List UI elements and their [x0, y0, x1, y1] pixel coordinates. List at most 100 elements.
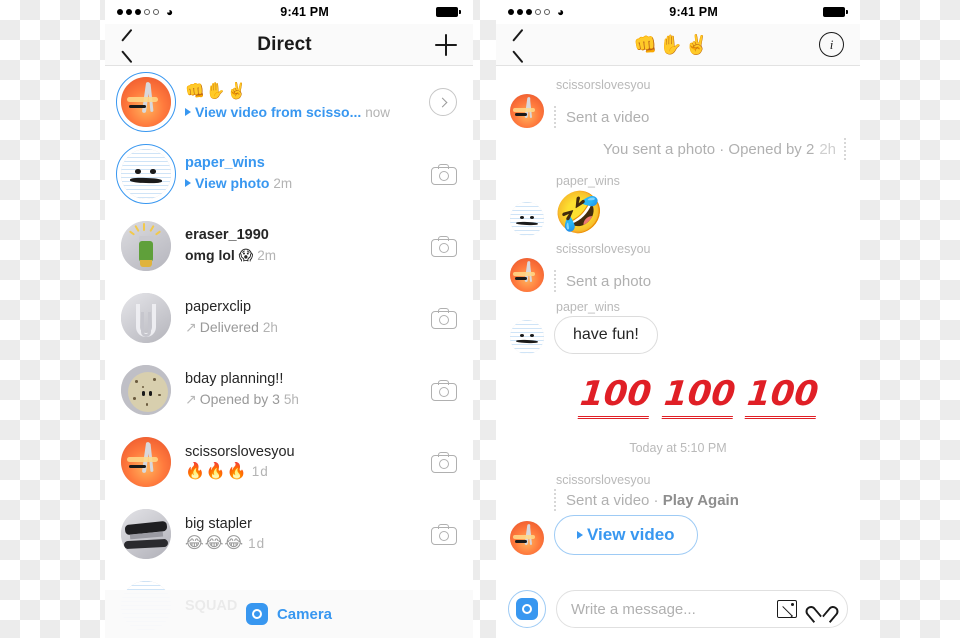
status-bar-left: ◕ 9:41 PM	[105, 0, 473, 24]
arrow-up-right-icon: ↗	[185, 319, 197, 335]
thread-preview: omg lol 😱 2m	[185, 245, 423, 266]
list-item[interactable]: 👊✋✌️ View video from scisso... now	[105, 66, 473, 138]
thread-title: eraser_1990	[185, 227, 269, 243]
thread-timestamp: 2m	[273, 176, 293, 191]
thread-title: bday planning!!	[185, 371, 284, 387]
avatar[interactable]	[510, 258, 544, 292]
camera-icon	[431, 163, 457, 185]
plus-icon	[435, 33, 457, 56]
chevron-left-icon	[121, 34, 134, 56]
list-item[interactable]: bday planning!! ↗ Opened by 3 5h	[105, 354, 473, 426]
message-text: Sent a photo	[566, 272, 652, 290]
list-item[interactable]: big stapler 😂😂😂 1d	[105, 498, 473, 570]
media-note[interactable]: Sent a video · Play Again	[554, 489, 739, 511]
camera-icon	[431, 235, 457, 257]
cookie-avatar-art	[121, 365, 171, 415]
signal-dot	[135, 9, 141, 15]
scissors-avatar-art	[121, 77, 171, 127]
eraser-avatar-art	[121, 221, 171, 271]
message: scissorslovesyou Sent a photo	[510, 242, 846, 292]
message-input-wrapper[interactable]: Write a message...	[556, 590, 848, 628]
thread-preview: ↗ Opened by 3 5h	[185, 389, 423, 410]
thread-title: paperxclip	[185, 299, 252, 315]
message-sender: paper_wins	[556, 174, 620, 188]
thread-text: scissorslovesyou 🔥🔥🔥 1d	[185, 443, 423, 482]
play-icon	[577, 531, 583, 539]
avatar[interactable]	[116, 72, 176, 132]
list-item[interactable]: paper_wins View photo 2m	[105, 138, 473, 210]
avatar[interactable]	[121, 365, 171, 415]
scissors-avatar-art	[121, 437, 171, 487]
message: paper_wins 🤣	[510, 174, 846, 236]
new-message-button[interactable]	[435, 33, 457, 56]
day-separator: Today at 5:10 PM	[629, 441, 727, 455]
thread-info-button[interactable]: i	[819, 32, 844, 57]
avatar[interactable]	[116, 144, 176, 204]
message: scissorslovesyou Sent a video · Play Aga…	[510, 473, 846, 555]
message-text: You sent a photo · Opened by 2	[603, 140, 815, 158]
thread-text: paper_wins View photo 2m	[185, 154, 423, 194]
camera-button[interactable]	[423, 235, 457, 257]
thread-preview-text: View video from scisso...	[195, 103, 362, 120]
message-emoji: 🤣	[554, 191, 604, 235]
camera-button[interactable]	[423, 379, 457, 401]
avatar[interactable]	[121, 509, 171, 559]
avatar[interactable]	[121, 437, 171, 487]
camera-button[interactable]	[423, 163, 457, 185]
thread-preview: 🔥🔥🔥 1d	[185, 462, 423, 482]
heart-icon[interactable]	[811, 599, 833, 619]
hundred-emoji: 100	[661, 374, 737, 419]
camera-button[interactable]	[423, 451, 457, 473]
message-list[interactable]: scissorslovesyou Sent a video You sent a…	[496, 66, 860, 580]
avatar[interactable]	[121, 293, 171, 343]
direct-thread-screen: ◕ 9:41 PM 👊✋✌️ i scissorslovesyou Sent a…	[496, 0, 860, 638]
message-sender: scissorslovesyou	[556, 242, 651, 256]
media-note[interactable]: Sent a photo	[554, 270, 651, 292]
camera-button[interactable]	[423, 307, 457, 329]
thread-nav-bar: 👊✋✌️ i	[496, 24, 860, 66]
play-again-link[interactable]: Play Again	[663, 492, 739, 509]
message-text: Sent a video · Play Again	[566, 492, 739, 509]
back-button[interactable]	[121, 34, 134, 56]
battery-icon	[823, 7, 848, 17]
status-time: 9:41 PM	[669, 5, 718, 19]
avatar[interactable]	[510, 521, 544, 555]
thread-preview-text: omg lol 😱	[185, 247, 254, 263]
thread-text: paperxclip ↗ Delivered 2h	[185, 298, 423, 338]
thread-preview: ↗ Delivered 2h	[185, 317, 423, 338]
photo-icon[interactable]	[777, 600, 797, 618]
thread-list[interactable]: 👊✋✌️ View video from scisso... now paper_…	[105, 66, 473, 638]
signal-dot	[117, 9, 123, 15]
avatar[interactable]	[510, 94, 544, 128]
view-video-button[interactable]: View video	[554, 515, 698, 555]
open-thread-button[interactable]	[423, 88, 457, 116]
camera-button[interactable]	[423, 523, 457, 545]
list-item[interactable]: paperxclip ↗ Delivered 2h	[105, 282, 473, 354]
paperclip-avatar-art	[121, 293, 171, 343]
signal-dot	[508, 9, 514, 15]
thread-preview: 😂😂😂 1d	[185, 534, 423, 554]
list-item[interactable]: scissorslovesyou 🔥🔥🔥 1d	[105, 426, 473, 498]
camera-bar[interactable]: Camera	[105, 590, 473, 638]
list-item[interactable]: eraser_1990 omg lol 😱 2m	[105, 210, 473, 282]
direct-inbox-screen: ◕ 9:41 PM Direct 👊✋✌️ View video from sc…	[105, 0, 473, 638]
thread-timestamp: 5h	[283, 392, 299, 407]
thread-timestamp: 1d	[251, 463, 269, 479]
media-note[interactable]: Sent a video	[554, 106, 649, 128]
avatar[interactable]	[510, 320, 544, 354]
message: You sent a photo · Opened by 2 2h	[510, 138, 846, 160]
camera-icon	[431, 523, 457, 545]
signal-and-wifi: ◕	[508, 6, 564, 18]
message-bubble[interactable]: have fun!	[554, 316, 658, 354]
thread-timestamp: 2m	[257, 248, 277, 263]
message: 100 100 100	[510, 360, 846, 425]
message: paper_wins have fun!	[510, 300, 846, 354]
camera-icon	[431, 451, 457, 473]
status-time: 9:41 PM	[280, 5, 329, 19]
avatar[interactable]	[121, 221, 171, 271]
composer-camera-button[interactable]	[508, 590, 546, 628]
signal-dot-empty	[544, 9, 550, 15]
avatar[interactable]	[510, 202, 544, 236]
message-input[interactable]: Write a message...	[571, 601, 763, 618]
back-button[interactable]	[512, 34, 525, 56]
